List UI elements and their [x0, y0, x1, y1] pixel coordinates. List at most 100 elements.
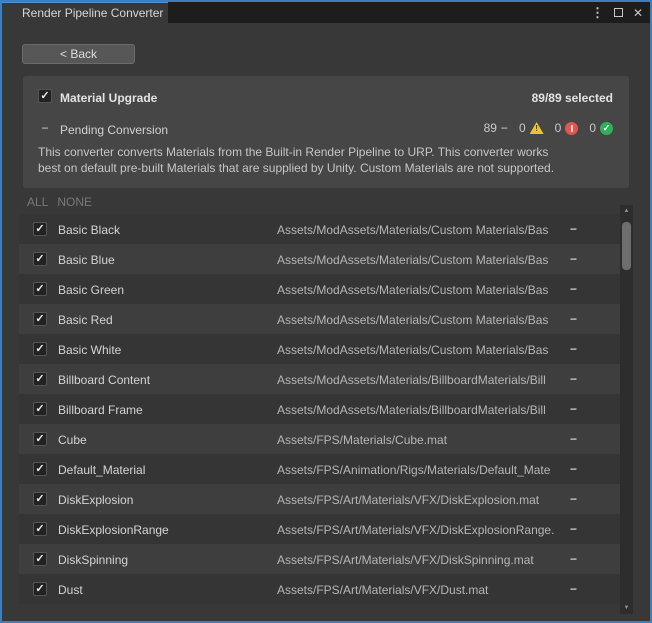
scrollbar-thumb[interactable] — [622, 222, 631, 270]
render-pipeline-converter-window: Render Pipeline Converter ⋮ ✕ < Back ✓ M… — [0, 0, 652, 623]
item-status-dash-icon: − — [570, 282, 577, 296]
list-scrollbar[interactable]: ▲ ▼ — [620, 205, 633, 614]
success-count: 0 ✓ — [589, 121, 613, 135]
item-name: Basic Green — [58, 283, 124, 297]
item-path: Assets/ModAssets/Materials/Custom Materi… — [277, 343, 567, 357]
warning-count-value: 0 — [519, 121, 526, 135]
select-none-button[interactable]: NONE — [57, 195, 92, 209]
item-name: Billboard Content — [58, 373, 150, 387]
item-name: Default_Material — [58, 463, 145, 477]
list-header: ALL NONE — [27, 195, 92, 209]
item-name: Basic Blue — [58, 253, 115, 267]
item-status-dash-icon: − — [570, 552, 577, 566]
item-path: Assets/FPS/Art/Materials/VFX/DiskExplosi… — [277, 493, 567, 507]
description-line-2: best on default pre-built Materials that… — [38, 160, 554, 176]
item-path: Assets/ModAssets/Materials/BillboardMate… — [277, 373, 567, 387]
list-item[interactable]: ✓ Basic Red Assets/ModAssets/Materials/C… — [19, 304, 620, 334]
selected-count: 89/89 selected — [532, 91, 613, 105]
item-status-dash-icon: − — [570, 432, 577, 446]
item-checkbox[interactable]: ✓ — [33, 432, 47, 446]
list-item[interactable]: ✓ Cube Assets/FPS/Materials/Cube.mat − — [19, 424, 620, 454]
list-item[interactable]: ✓ Basic White Assets/ModAssets/Materials… — [19, 334, 620, 364]
item-status-dash-icon: − — [570, 342, 577, 356]
list-item[interactable]: ✓ DiskSpinning Assets/FPS/Art/Materials/… — [19, 544, 620, 574]
list-item[interactable]: ✓ Basic Green Assets/ModAssets/Materials… — [19, 274, 620, 304]
item-name: Basic Black — [58, 223, 120, 237]
item-path: Assets/FPS/Art/Materials/VFX/DiskSpinnin… — [277, 553, 567, 567]
item-checkbox[interactable]: ✓ — [33, 462, 47, 476]
pending-count: 89 − — [484, 121, 508, 135]
item-name: Basic Red — [58, 313, 113, 327]
item-status-dash-icon: − — [570, 582, 577, 596]
window-controls: ⋮ ✕ — [591, 2, 650, 23]
item-status-dash-icon: − — [570, 522, 577, 536]
item-path: Assets/ModAssets/Materials/Custom Materi… — [277, 313, 567, 327]
close-icon[interactable]: ✕ — [633, 7, 643, 19]
item-path: Assets/FPS/Art/Materials/VFX/DiskExplosi… — [277, 523, 567, 537]
select-all-button[interactable]: ALL — [27, 195, 48, 209]
list-item[interactable]: ✓ Billboard Content Assets/ModAssets/Mat… — [19, 364, 620, 394]
item-path: Assets/FPS/Materials/Cube.mat — [277, 433, 567, 447]
item-path: Assets/ModAssets/Materials/BillboardMate… — [277, 403, 567, 417]
maximize-icon[interactable] — [614, 8, 623, 17]
error-icon — [565, 122, 578, 135]
warning-icon: ! — [530, 122, 544, 134]
success-count-value: 0 — [589, 121, 596, 135]
converter-panel: ✓ Material Upgrade 89/89 selected − Pend… — [23, 76, 629, 188]
back-button[interactable]: < Back — [22, 44, 135, 64]
tab-render-pipeline-converter[interactable]: Render Pipeline Converter — [2, 2, 168, 23]
item-status-dash-icon: − — [570, 492, 577, 506]
item-status-dash-icon: − — [570, 372, 577, 386]
item-checkbox[interactable]: ✓ — [33, 402, 47, 416]
converter-description: This converter converts Materials from t… — [38, 144, 554, 176]
item-checkbox[interactable]: ✓ — [33, 552, 47, 566]
material-list: ✓ Basic Black Assets/ModAssets/Materials… — [19, 214, 620, 604]
item-checkbox[interactable]: ✓ — [33, 222, 47, 236]
converter-title: Material Upgrade — [60, 91, 157, 105]
pending-dash-icon: − — [38, 121, 52, 135]
success-icon: ✓ — [600, 122, 613, 135]
item-path: Assets/ModAssets/Materials/Custom Materi… — [277, 253, 567, 267]
pending-count-value: 89 — [484, 121, 497, 135]
item-status-dash-icon: − — [570, 312, 577, 326]
item-path: Assets/ModAssets/Materials/Custom Materi… — [277, 283, 567, 297]
list-item[interactable]: ✓ Basic Black Assets/ModAssets/Materials… — [19, 214, 620, 244]
menu-icon[interactable]: ⋮ — [591, 6, 604, 19]
item-name: Billboard Frame — [58, 403, 143, 417]
item-checkbox[interactable]: ✓ — [33, 342, 47, 356]
item-checkbox[interactable]: ✓ — [33, 492, 47, 506]
list-item[interactable]: ✓ Default_Material Assets/FPS/Animation/… — [19, 454, 620, 484]
error-count: 0 — [555, 121, 579, 135]
pending-conversion-label[interactable]: Pending Conversion — [60, 123, 168, 137]
item-checkbox[interactable]: ✓ — [33, 312, 47, 326]
item-status-dash-icon: − — [570, 462, 577, 476]
list-item[interactable]: ✓ Billboard Frame Assets/ModAssets/Mater… — [19, 394, 620, 424]
description-line-1: This converter converts Materials from t… — [38, 144, 554, 160]
item-checkbox[interactable]: ✓ — [33, 522, 47, 536]
error-count-value: 0 — [555, 121, 562, 135]
list-item[interactable]: ✓ Basic Blue Assets/ModAssets/Materials/… — [19, 244, 620, 274]
item-path: Assets/FPS/Art/Materials/VFX/Dust.mat — [277, 583, 567, 597]
list-item[interactable]: ✓ Dust Assets/FPS/Art/Materials/VFX/Dust… — [19, 574, 620, 604]
list-item[interactable]: ✓ DiskExplosion Assets/FPS/Art/Materials… — [19, 484, 620, 514]
item-status-dash-icon: − — [570, 402, 577, 416]
item-path: Assets/ModAssets/Materials/Custom Materi… — [277, 223, 567, 237]
item-status-dash-icon: − — [570, 252, 577, 266]
item-checkbox[interactable]: ✓ — [33, 252, 47, 266]
item-name: Basic White — [58, 343, 121, 357]
item-path: Assets/FPS/Animation/Rigs/Materials/Defa… — [277, 463, 567, 477]
warning-count: 0 ! — [519, 121, 544, 135]
item-checkbox[interactable]: ✓ — [33, 582, 47, 596]
item-name: DiskSpinning — [58, 553, 128, 567]
item-checkbox[interactable]: ✓ — [33, 372, 47, 386]
status-counts: 89 − 0 ! 0 0 ✓ — [484, 120, 613, 136]
item-name: DiskExplosion — [58, 493, 133, 507]
item-status-dash-icon: − — [570, 222, 577, 236]
item-checkbox[interactable]: ✓ — [33, 282, 47, 296]
scroll-up-icon[interactable]: ▲ — [620, 208, 633, 214]
dash-icon: − — [501, 121, 508, 135]
list-item[interactable]: ✓ DiskExplosionRange Assets/FPS/Art/Mate… — [19, 514, 620, 544]
item-name: Dust — [58, 583, 83, 597]
scroll-down-icon[interactable]: ▼ — [620, 605, 633, 611]
converter-checkbox[interactable]: ✓ — [38, 89, 52, 103]
